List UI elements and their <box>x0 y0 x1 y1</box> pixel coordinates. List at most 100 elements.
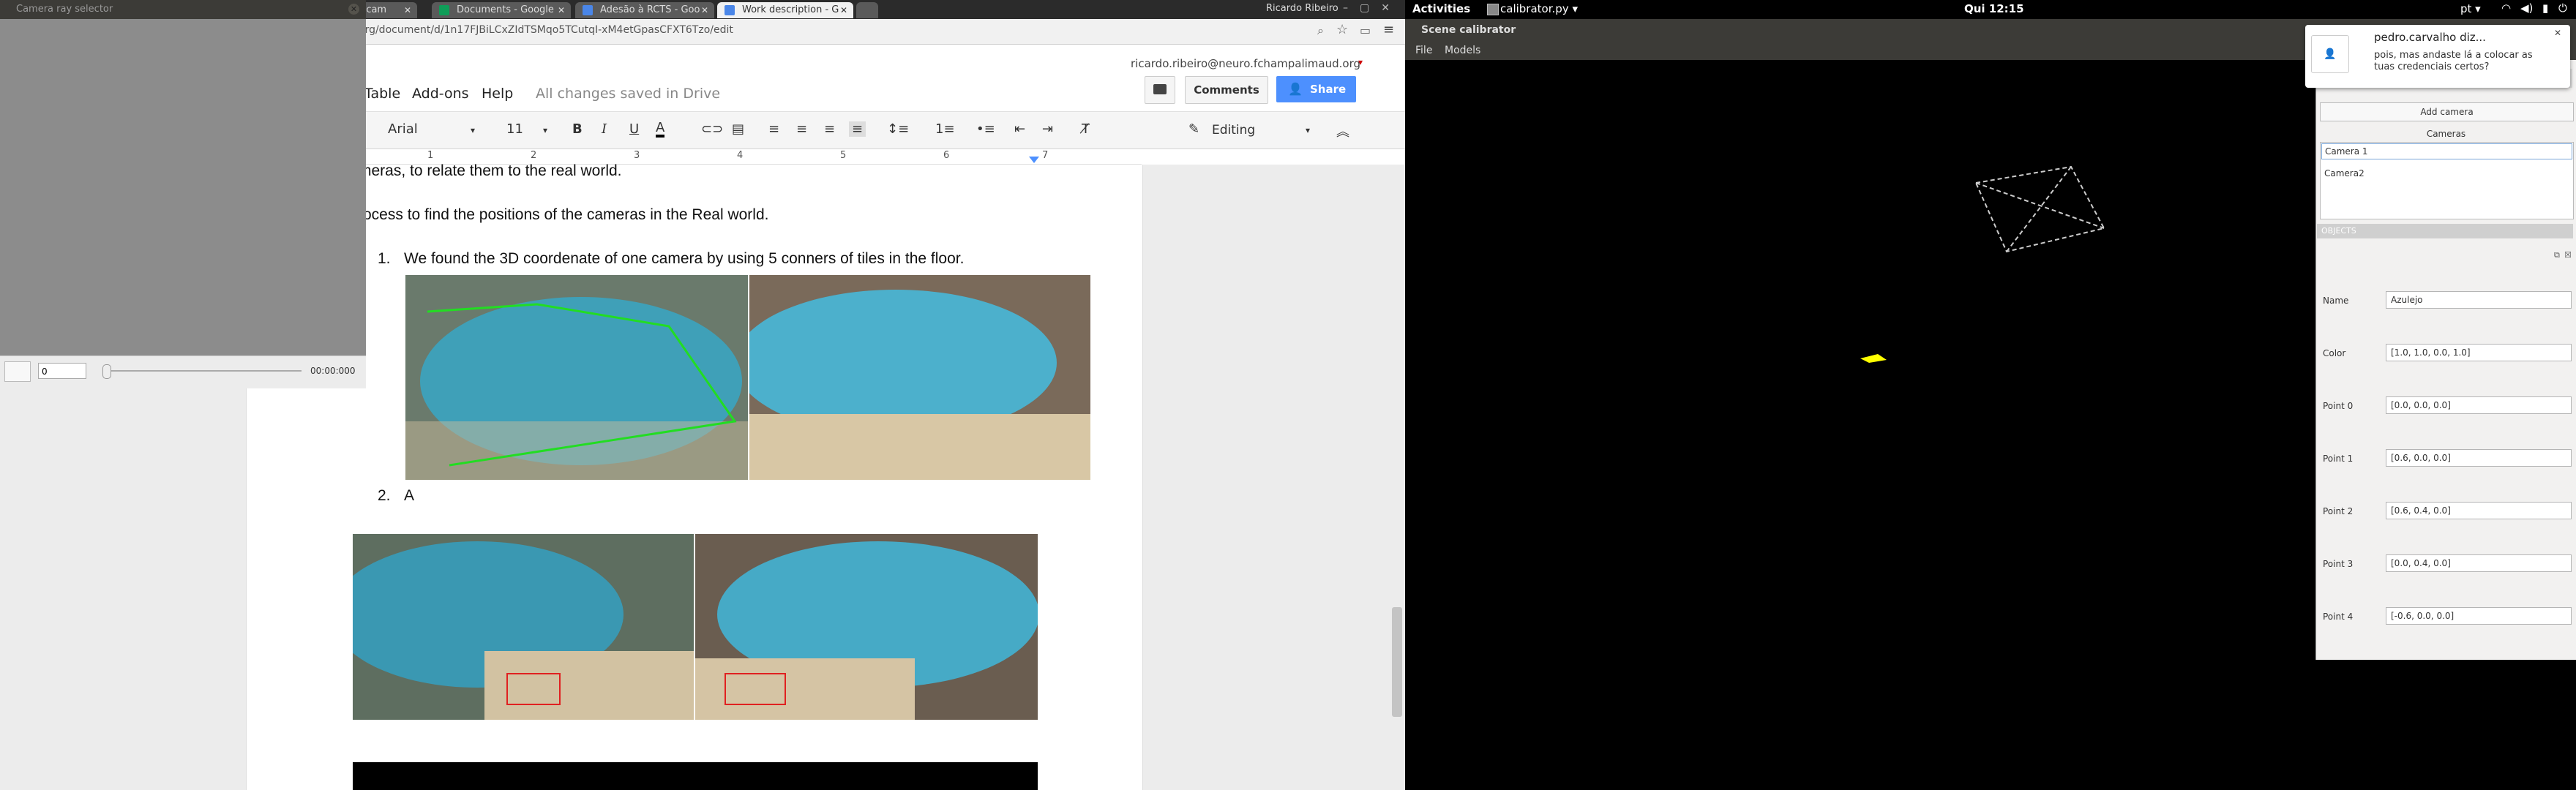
app-menu[interactable]: calibrator.py ▾ <box>1500 2 1578 15</box>
camera-list-item[interactable]: Camera2 <box>2324 168 2365 178</box>
detach-icon[interactable]: ⧉ <box>2554 250 2560 260</box>
decrease-indent-icon[interactable]: ⇤ <box>1014 121 1025 137</box>
chevron-down-icon[interactable]: ▾ <box>1306 125 1310 135</box>
frame-slider[interactable] <box>102 370 302 372</box>
window-controls[interactable]: –▢✕ <box>1343 2 1401 14</box>
close-icon[interactable]: ✕ <box>701 2 708 18</box>
battery-icon[interactable]: ▮ <box>2542 1 2548 15</box>
menu-file[interactable]: File <box>1415 45 1432 56</box>
align-right-icon[interactable]: ≡ <box>824 121 835 137</box>
menu-addons[interactable]: Add-ons <box>412 86 469 102</box>
underline-button[interactable]: U <box>629 121 639 137</box>
bulleted-list-icon[interactable]: •≡ <box>976 121 995 137</box>
comments-button[interactable]: Comments <box>1185 76 1268 104</box>
objects-header: OBJECTS <box>2317 224 2573 238</box>
browser-tab-active[interactable]: Work description - G ✕ <box>717 2 853 18</box>
text-color-button[interactable]: A <box>656 121 665 138</box>
app-icon <box>1487 4 1499 15</box>
camera-frustum <box>1974 165 2105 253</box>
close-icon[interactable]: ✕ <box>348 4 359 15</box>
line-spacing-icon[interactable]: ↕≡ <box>887 121 909 137</box>
screen-icon[interactable]: ▭ <box>1360 23 1371 37</box>
chevron-down-icon[interactable]: ▾ <box>1358 57 1363 67</box>
name-input[interactable]: Azulejo <box>2386 291 2572 309</box>
bookmark-star-icon[interactable]: ☆ <box>1336 22 1348 37</box>
browser-tab-2[interactable]: Documents - Google ✕ <box>432 2 571 18</box>
insert-comment-icon[interactable]: ▤ <box>732 121 744 137</box>
link-icon[interactable]: ⊂⊃ <box>701 121 723 137</box>
menu-models[interactable]: Models <box>1445 45 1480 56</box>
notification-message: pois, mas andaste lá a colocar as tuas c… <box>2374 50 2533 72</box>
frame-spinbox[interactable]: 0 <box>38 363 86 379</box>
camera-list-item[interactable]: Camera 1 <box>2321 143 2572 159</box>
close-icon[interactable]: ✕ <box>404 2 411 18</box>
ray-selector-canvas[interactable] <box>0 19 366 356</box>
account-email[interactable]: ricardo.ribeiro@neuro.fchampalimaud.org <box>1131 57 1360 70</box>
close-icon[interactable]: ✕ <box>2554 28 2561 38</box>
pool-photo-annotated-2[interactable] <box>695 534 1038 720</box>
url-text[interactable]: org/document/d/1n17FJBiLCxZIdTSMqo5TCutq… <box>359 24 733 36</box>
browser-user-name[interactable]: Ricardo Ribeiro <box>1266 3 1338 14</box>
ray-selector-title[interactable]: Camera ray selector <box>0 0 366 19</box>
notification-sender: pedro.carvalho diz... <box>2374 31 2486 44</box>
pool-photo-marked[interactable] <box>405 275 748 480</box>
red-annotation <box>724 673 786 705</box>
point-2-input[interactable]: [0.6, 0.4, 0.0] <box>2386 502 2572 519</box>
yellow-tile-object[interactable] <box>1859 351 1888 366</box>
pool-photo[interactable] <box>749 275 1090 480</box>
font-size-select[interactable]: 11 <box>506 121 523 137</box>
pool-photo-annotated-1[interactable] <box>353 534 694 720</box>
collapse-toolbar-icon[interactable]: ︽ <box>1336 121 1349 140</box>
point-0-input[interactable]: [0.0, 0.0, 0.0] <box>2386 396 2572 414</box>
align-left-icon[interactable]: ≡ <box>768 121 779 137</box>
editing-mode-select[interactable]: Editing <box>1212 123 1255 138</box>
font-select[interactable]: Arial <box>388 121 418 137</box>
menu-table[interactable]: Table <box>364 86 400 102</box>
point-4-input[interactable]: [-0.6, 0.0, 0.0] <box>2386 607 2572 625</box>
person-icon: 👤 <box>1288 82 1303 96</box>
add-camera-button[interactable]: Add camera <box>2320 102 2574 121</box>
new-tab-button[interactable] <box>856 2 878 18</box>
wifi-icon[interactable]: ◠ <box>2501 1 2511 15</box>
increase-indent-icon[interactable]: ⇥ <box>1042 121 1053 137</box>
document-scrollbar[interactable] <box>1392 607 1402 717</box>
comment-history-button[interactable] <box>1145 76 1175 104</box>
play-button[interactable] <box>4 361 31 382</box>
green-lines-annotation <box>427 303 737 467</box>
time-readout: 00:00:000 <box>310 366 356 376</box>
browser-tab-3[interactable]: Adesão à RCTS - Goo ✕ <box>575 2 714 18</box>
italic-button[interactable]: I <box>602 121 607 137</box>
numbered-list-icon[interactable]: 1≡ <box>935 121 955 137</box>
menu-help[interactable]: Help <box>482 86 513 102</box>
share-button[interactable]: 👤 Share <box>1276 76 1356 102</box>
doc-paragraph[interactable]: meras, to relate them to the real world. <box>359 162 622 180</box>
search-icon[interactable]: ⌕ <box>1317 23 1324 38</box>
justify-icon[interactable]: ≡ <box>849 121 866 137</box>
activities-button[interactable]: Activities <box>1412 2 1470 15</box>
3d-viewport[interactable] <box>1405 60 2315 790</box>
field-label: Point 1 <box>2323 454 2354 464</box>
align-center-icon[interactable]: ≡ <box>796 121 807 137</box>
chevron-down-icon[interactable]: ▾ <box>471 125 475 135</box>
right-indent-marker[interactable] <box>1029 157 1039 163</box>
chevron-down-icon[interactable]: ▾ <box>543 125 547 135</box>
ruler-number: 5 <box>840 150 847 161</box>
close-icon[interactable]: ✕ <box>840 2 847 18</box>
color-input[interactable]: [1.0, 1.0, 0.0, 1.0] <box>2386 344 2572 361</box>
list-item-text[interactable]: A <box>404 487 414 505</box>
clock[interactable]: Qui 12:15 <box>1964 2 2024 15</box>
slider-handle[interactable] <box>102 364 111 379</box>
power-icon[interactable]: ⏻ <box>2558 1 2567 15</box>
language-indicator[interactable]: pt ▾ <box>2460 2 2481 15</box>
bold-button[interactable]: B <box>572 121 583 137</box>
close-icon[interactable]: ☒ <box>2564 250 2572 260</box>
doc-paragraph[interactable]: ocess to find the positions of the camer… <box>363 206 768 224</box>
menu-icon[interactable]: ≡ <box>1383 22 1394 37</box>
black-image[interactable] <box>353 762 1038 790</box>
point-1-input[interactable]: [0.6, 0.0, 0.0] <box>2386 449 2572 467</box>
volume-icon[interactable]: ◀) <box>2520 1 2533 15</box>
point-3-input[interactable]: [0.0, 0.4, 0.0] <box>2386 554 2572 572</box>
close-icon[interactable]: ✕ <box>558 2 565 18</box>
clear-formatting-icon[interactable]: T̸ <box>1082 121 1090 137</box>
list-item-text[interactable]: We found the 3D coordenate of one camera… <box>404 250 1036 268</box>
